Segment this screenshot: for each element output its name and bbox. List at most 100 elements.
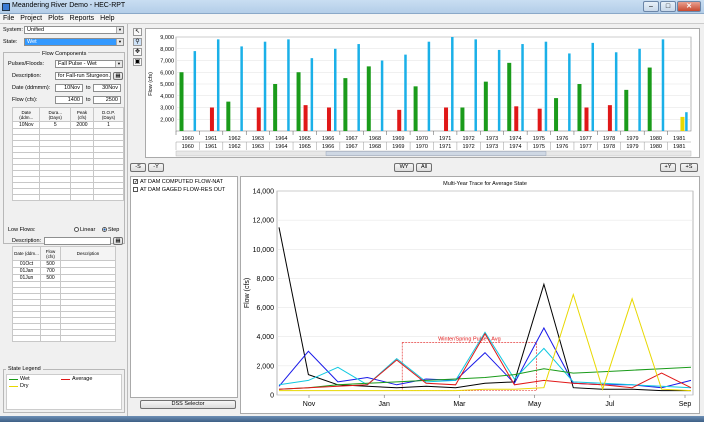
x-tick-label-bottom: 1961 (205, 144, 217, 150)
system-combo[interactable]: Unified ▼ (24, 26, 124, 34)
bar-wet (647, 67, 652, 131)
column-header[interactable]: D.O.P. (Days) (92, 107, 125, 122)
menu-project[interactable]: Project (17, 14, 45, 24)
table-cell[interactable]: 500 (40, 274, 61, 282)
calendar-icon[interactable]: ▦ (113, 237, 123, 245)
radio-selected-icon[interactable] (102, 227, 107, 233)
low-description-input[interactable] (44, 237, 111, 245)
dss-list[interactable]: ✓ AT DAM COMPUTED FLOW-NAT AT DAM GAGED F… (130, 176, 238, 398)
dss-item-label: AT DAM COMPUTED FLOW-NAT (140, 179, 224, 185)
calendar-icon[interactable]: ▦ (113, 72, 123, 80)
minus-season-button[interactable]: -S (130, 163, 146, 172)
menu-plots[interactable]: Plots (45, 14, 67, 24)
column-header[interactable]: Date (ddm... (12, 246, 41, 261)
maximize-button[interactable]: □ (660, 1, 676, 12)
all-button[interactable]: All (416, 163, 432, 172)
column-header[interactable]: Description (60, 246, 116, 261)
bar-wet (296, 72, 301, 131)
table-cell[interactable] (60, 274, 116, 282)
table-row[interactable]: 10Nov 5 2000 1 (11, 121, 125, 129)
x-tick-label: Nov (303, 401, 316, 408)
radio-icon[interactable] (74, 227, 79, 233)
linear-radio[interactable]: Linear (74, 227, 95, 233)
table-row[interactable] (11, 194, 125, 201)
chevron-down-icon[interactable]: ▼ (116, 39, 123, 45)
date-to-input[interactable]: 30Nov (93, 84, 121, 92)
y-tick-label: 8,000 (256, 276, 274, 283)
date-from-input[interactable]: 10Nov (55, 84, 83, 92)
flow-to-input[interactable]: 2500 (93, 96, 121, 104)
menu-reports[interactable]: Reports (67, 14, 98, 24)
zoom-icon[interactable]: ⚲ (133, 38, 142, 46)
table-cell[interactable]: 01Jan (12, 267, 41, 275)
checkbox-checked-icon[interactable]: ✓ (133, 179, 138, 185)
table-cell[interactable]: 5 (39, 121, 71, 129)
minimize-button[interactable]: – (643, 1, 659, 12)
x-tick-label-top: 1976 (556, 136, 568, 142)
pulse-table[interactable]: Date (ddm... Dura... (Days) Peak (cfs) D… (11, 107, 125, 201)
bar-dss (334, 48, 337, 131)
chevron-down-icon[interactable]: ▼ (115, 61, 122, 67)
table-cell[interactable]: 700 (40, 267, 61, 275)
table-cell[interactable]: 10Nov (11, 121, 41, 129)
table-cell[interactable]: 2000 (70, 121, 94, 129)
pointer-icon[interactable]: ↖ (133, 28, 142, 36)
table-cell[interactable]: 01Jun (12, 274, 41, 282)
step-label: Step (108, 227, 120, 233)
water-year-button[interactable]: WY (394, 163, 414, 172)
checkbox-icon[interactable] (133, 187, 138, 193)
flow-label: Flow (cfs): (12, 97, 38, 103)
plus-season-button[interactable]: +S (680, 163, 698, 172)
x-tick-label-top: 1964 (275, 136, 287, 142)
description-label: Description: (12, 73, 42, 79)
bar-average (256, 107, 261, 131)
bar-dss (451, 37, 454, 131)
column-header[interactable]: Date (ddm... (11, 107, 41, 122)
table-cell[interactable]: 1 (92, 121, 125, 129)
table-cell[interactable] (60, 267, 116, 275)
column-header[interactable]: Dura... (Days) (39, 107, 71, 122)
minus-year-button[interactable]: -Y (148, 163, 164, 172)
close-button[interactable]: ✕ (677, 1, 701, 12)
chevron-down-icon[interactable]: ▼ (116, 27, 123, 33)
x-tick-label-bottom: 1960 (182, 144, 194, 150)
column-header[interactable]: Peak (cfs) (70, 107, 94, 122)
column-header[interactable]: Flow (cfs) (40, 246, 61, 261)
table-row[interactable] (12, 335, 116, 342)
dss-selector-button[interactable]: DSS Selector (140, 400, 236, 409)
x-tick-label-bottom: 1971 (439, 144, 451, 150)
x-tick-label-bottom: 1973 (486, 144, 498, 150)
x-tick-label-top: 1981 (673, 136, 685, 142)
table-row[interactable]: 01Jan 700 (12, 267, 116, 275)
dss-item[interactable]: AT DAM GAGED FLOW-RES OUT (133, 187, 225, 193)
table-row[interactable]: 01Oct 500 (12, 260, 116, 268)
table-cell[interactable]: 500 (40, 260, 61, 268)
dss-item[interactable]: ✓ AT DAM COMPUTED FLOW-NAT (133, 179, 223, 185)
low-flow-table[interactable]: Date (ddm... Flow (cfs) Description 01Oc… (12, 246, 116, 342)
table-cell[interactable]: 01Oct (12, 260, 41, 268)
menu-help[interactable]: Help (97, 14, 117, 24)
state-combo[interactable]: Wet ▼ (24, 38, 124, 46)
y-axis-label: Flow (cfs) (148, 72, 154, 96)
x-tick-label: May (528, 401, 542, 408)
plus-year-button[interactable]: +Y (660, 163, 676, 172)
wet-label: Wet (20, 376, 30, 382)
table-cell[interactable] (60, 260, 116, 268)
fit-icon[interactable]: ▣ (133, 58, 142, 66)
multi-year-line-chart[interactable]: Multi-Year Trace for Average State 14,000… (241, 177, 699, 413)
pan-icon[interactable]: ✥ (133, 48, 142, 56)
y-tick-label: 9,000 (160, 35, 174, 41)
flow-from-input[interactable]: 1400 (55, 96, 83, 104)
menu-file[interactable]: File (0, 14, 17, 24)
top-bar-chart[interactable]: 9,000 8,000 7,000 6,000 5,000 4,000 3,000 2,000… (146, 29, 699, 157)
x-tick-label: Sep (679, 401, 692, 408)
table-row[interactable]: 01Jun 500 (12, 274, 116, 282)
y-tick-label: 3,000 (160, 106, 174, 112)
pulses-combo[interactable]: Fall Pulse - Wet ▼ (55, 60, 123, 68)
step-radio[interactable]: Step (102, 227, 119, 233)
left-panel: System: Unified ▼ State: Wet ▼ Flow Compon… (0, 24, 128, 416)
description-input[interactable]: for Fall-run Sturgeon... (55, 72, 111, 80)
bar-average (326, 107, 331, 131)
bar-dss (685, 112, 688, 131)
flow-components-title: Flow Components (40, 51, 89, 57)
